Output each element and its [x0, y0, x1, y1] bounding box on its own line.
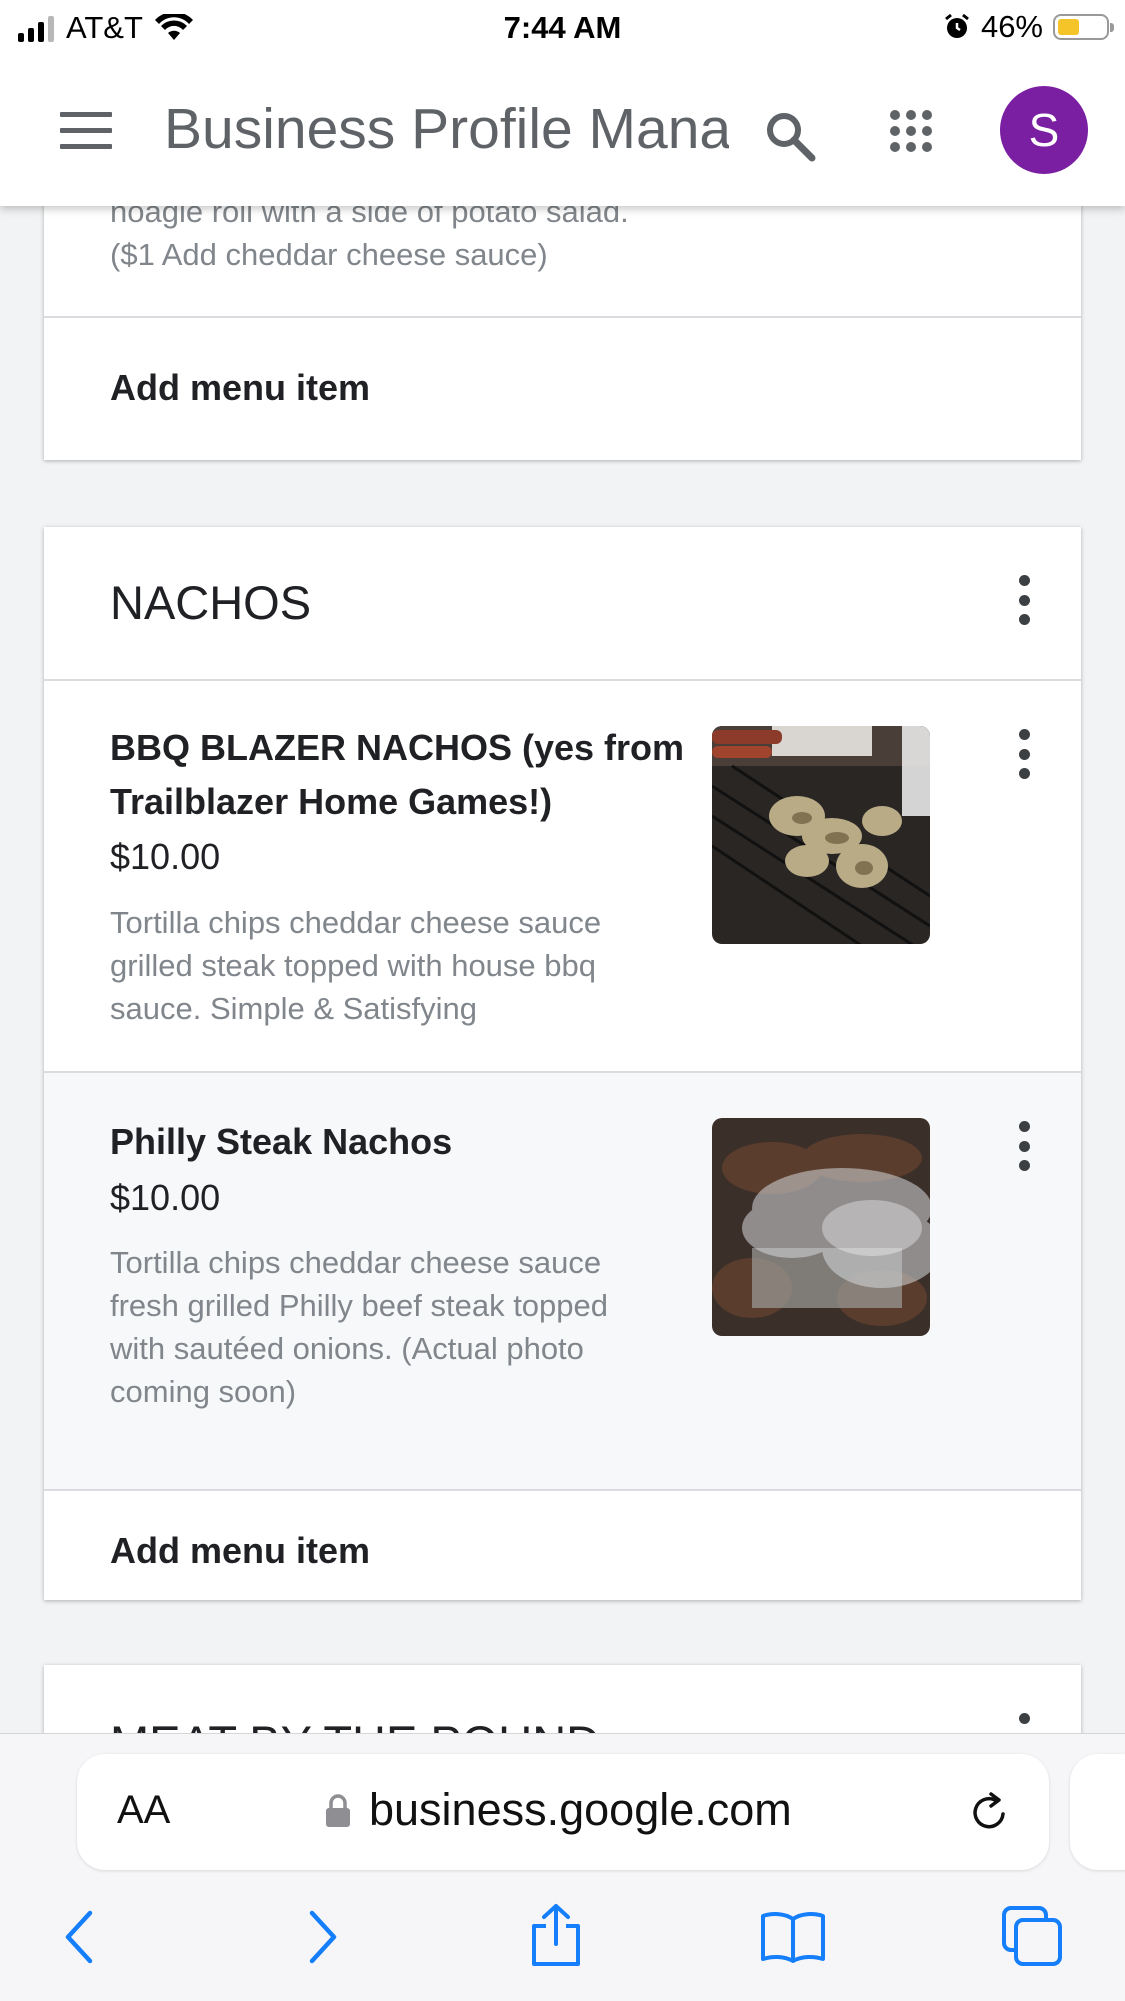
menu-item-price: $10.00	[110, 836, 221, 877]
avatar[interactable]: S	[1000, 86, 1088, 174]
menu-item-price: $10.00	[110, 1177, 221, 1218]
section-more-vert-icon[interactable]	[1004, 575, 1044, 625]
menu-item-name: BBQ BLAZER NACHOS (yes from Trailblazer …	[110, 727, 685, 822]
section-title: NACHOS	[110, 576, 312, 629]
section-more-vert-icon[interactable]	[1004, 1713, 1044, 1733]
search-icon[interactable]	[762, 108, 818, 164]
battery-percent: 46%	[980, 9, 1043, 44]
menu-item-row[interactable]: Philly Steak Nachos $10.00 Tortilla chip…	[44, 1073, 1081, 1489]
menu-section-card-nachos: NACHOS BBQ BLAZER NACHOS (yes from Trail…	[44, 527, 1081, 1600]
status-bar: AT&T 7:44 AM 46%	[0, 0, 1125, 56]
bookmarks-book-icon[interactable]	[760, 1909, 826, 1963]
menu-item-photo-grilled-chicken[interactable]	[712, 726, 930, 944]
share-icon[interactable]	[528, 1902, 584, 1968]
url-text: business.google.com	[369, 1784, 792, 1835]
menu-item-description: Tortilla chips cheddar cheese sauce gril…	[110, 905, 602, 1026]
add-menu-item-button[interactable]: Add menu item	[110, 1530, 370, 1572]
next-tab-peek[interactable]	[1070, 1754, 1125, 1870]
avatar-initial: S	[1028, 104, 1060, 156]
apps-grid-icon[interactable]	[888, 108, 934, 154]
tabs-icon[interactable]	[1000, 1904, 1064, 1968]
menu-editor-content: noagle roll with a side of potato salad.…	[0, 0, 1125, 1733]
item-more-vert-icon[interactable]	[1004, 729, 1044, 779]
divider	[44, 1489, 1081, 1491]
forward-chevron-icon[interactable]	[302, 1909, 342, 1965]
reload-icon[interactable]	[967, 1790, 1011, 1834]
app-title: Business Profile Manager	[164, 97, 729, 161]
battery-icon	[1053, 14, 1114, 40]
app-bar: Business Profile Manager S	[0, 56, 1125, 206]
hamburger-menu-icon[interactable]	[60, 112, 112, 152]
browser-toolbar: AA business.google.com	[0, 1733, 1125, 2001]
section-title: MEAT BY THE POUND	[110, 1715, 600, 1733]
divider	[44, 316, 1081, 318]
menu-item-description: Tortilla chips cheddar cheese sauce fres…	[110, 1245, 609, 1409]
add-menu-item-button[interactable]: Add menu item	[110, 367, 370, 409]
alarm-icon	[945, 13, 969, 38]
menu-item-name: Philly Steak Nachos	[110, 1121, 453, 1162]
item-description-line: ($1 Add cheddar cheese sauce)	[110, 237, 548, 272]
menu-section-card-next: MEAT BY THE POUND	[44, 1665, 1081, 1733]
address-bar[interactable]: AA business.google.com	[77, 1754, 1049, 1870]
lock-icon	[326, 1794, 350, 1827]
text-size-label: AA	[117, 1788, 171, 1832]
menu-item-row[interactable]: BBQ BLAZER NACHOS (yes from Trailblazer …	[44, 681, 1081, 1071]
item-more-vert-icon[interactable]	[1004, 1121, 1044, 1171]
status-bar-right: 46%	[943, 9, 1114, 45]
text-size-button[interactable]: AA	[117, 1788, 170, 1833]
back-chevron-icon[interactable]	[60, 1909, 100, 1965]
menu-item-photo-smoky-grill[interactable]	[712, 1118, 930, 1336]
